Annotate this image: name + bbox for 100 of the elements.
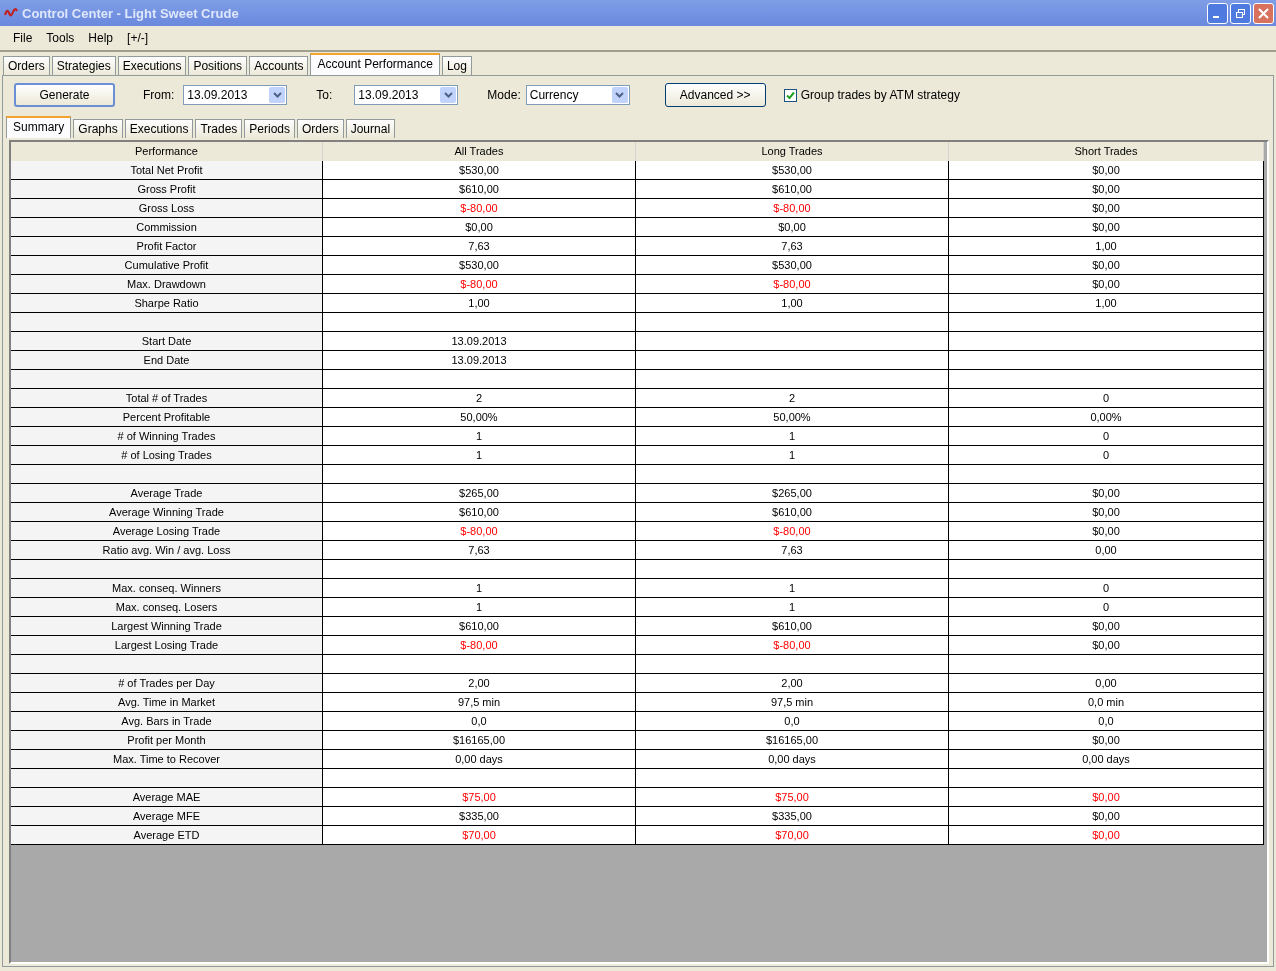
table-cell: $-80,00 xyxy=(636,199,949,218)
to-date-field[interactable]: 13.09.2013 xyxy=(354,85,459,105)
tab[interactable]: Periods xyxy=(244,119,295,138)
table-cell: $265,00 xyxy=(636,484,949,503)
menu-item[interactable]: Help xyxy=(81,31,121,45)
table-cell: $70,00 xyxy=(636,826,949,845)
table-cell: 50,00% xyxy=(636,408,949,427)
tab[interactable]: Trades xyxy=(195,119,243,138)
table-cell: $16165,00 xyxy=(323,731,636,750)
mode-label: Mode: xyxy=(487,88,521,102)
tab[interactable]: Strategies xyxy=(51,56,116,75)
table-cell: 7,63 xyxy=(636,237,949,256)
table-cell: 2 xyxy=(636,389,949,408)
to-label: To: xyxy=(316,88,333,102)
table-cell: 0,00 xyxy=(949,674,1264,693)
table-cell: $0,00 xyxy=(949,826,1264,845)
column-header: Performance xyxy=(11,142,323,161)
table-cell: $0,00 xyxy=(949,807,1264,826)
table-cell: $0,00 xyxy=(949,788,1264,807)
row-label: Largest Winning Trade xyxy=(11,617,323,636)
table-cell: 1 xyxy=(636,598,949,617)
table-cell: $0,00 xyxy=(949,199,1264,218)
tab[interactable]: Executions xyxy=(117,56,187,75)
row-label: End Date xyxy=(11,351,323,370)
tab[interactable]: Account Performance xyxy=(310,53,440,75)
minimize-icon xyxy=(1213,16,1219,18)
row-label: Average Winning Trade xyxy=(11,503,323,522)
table-cell: 0,00 days xyxy=(949,750,1264,769)
table-cell: 2,00 xyxy=(636,674,949,693)
row-label: Average ETD xyxy=(11,826,323,845)
tab[interactable]: Executions xyxy=(124,119,194,138)
table-cell: $-80,00 xyxy=(323,199,636,218)
table-cell: 97,5 min xyxy=(636,693,949,712)
table-cell: $-80,00 xyxy=(636,275,949,294)
menu-item[interactable]: Tools xyxy=(39,31,82,45)
table-cell: $0,00 xyxy=(949,218,1264,237)
table-cell: 0,0 xyxy=(323,712,636,731)
table-cell: 1,00 xyxy=(636,294,949,313)
row-label: Avg. Time in Market xyxy=(11,693,323,712)
row-label: # of Losing Trades xyxy=(11,446,323,465)
restore-button[interactable] xyxy=(1230,2,1251,24)
row-label: Gross Loss xyxy=(11,199,323,218)
row-label: # of Winning Trades xyxy=(11,427,323,446)
table-cell: 0,00% xyxy=(949,408,1264,427)
tab[interactable]: Summary xyxy=(6,116,72,138)
row-label: Cumulative Profit xyxy=(11,256,323,275)
table-cell: 7,63 xyxy=(636,541,949,560)
row-label: Total Net Profit xyxy=(11,161,323,180)
table-cell: $335,00 xyxy=(636,807,949,826)
column-header: All Trades xyxy=(323,142,636,161)
tab[interactable]: Orders xyxy=(297,119,344,138)
row-label: Average Trade xyxy=(11,484,323,503)
table-cell: 50,00% xyxy=(323,408,636,427)
row-label: Largest Losing Trade xyxy=(11,636,323,655)
checkbox-label: Group trades by ATM strategy xyxy=(800,88,960,102)
tab[interactable]: Graphs xyxy=(73,119,123,138)
table-cell: $0,00 xyxy=(949,180,1264,199)
row-label: Max. Time to Recover xyxy=(11,750,323,769)
table-cell: $610,00 xyxy=(636,617,949,636)
table-cell: $0,00 xyxy=(949,275,1264,294)
table-cell: 2,00 xyxy=(323,674,636,693)
table-cell: $0,00 xyxy=(949,484,1264,503)
row-label: Gross Profit xyxy=(11,180,323,199)
row-label: Total # of Trades xyxy=(11,389,323,408)
table-cell: 1,00 xyxy=(949,237,1264,256)
table-cell: $-80,00 xyxy=(636,522,949,541)
row-label: Commission xyxy=(11,218,323,237)
generate-button[interactable]: Generate xyxy=(14,83,115,107)
table-cell: 0 xyxy=(949,598,1264,617)
table-cell: $0,00 xyxy=(949,522,1264,541)
table-cell: $70,00 xyxy=(323,826,636,845)
advanced-button[interactable]: Advanced >> xyxy=(664,83,766,107)
table-cell: 7,63 xyxy=(323,541,636,560)
table-cell: $0,00 xyxy=(949,256,1264,275)
menu-item[interactable]: File xyxy=(6,31,40,45)
tab[interactable]: Orders xyxy=(3,56,50,75)
table-cell: $0,00 xyxy=(949,731,1264,750)
tab[interactable]: Log xyxy=(441,56,472,75)
menu-item[interactable]: [+/-] xyxy=(120,31,156,45)
checkbox[interactable] xyxy=(783,88,797,102)
tab[interactable]: Accounts xyxy=(249,56,309,75)
table-cell: 1 xyxy=(323,427,636,446)
table-cell: 2 xyxy=(323,389,636,408)
close-button[interactable] xyxy=(1253,2,1274,24)
mode-dropdown[interactable]: Currency xyxy=(525,85,630,105)
table-cell: 0,0 min xyxy=(949,693,1264,712)
table-cell: 1 xyxy=(323,446,636,465)
table-cell: 0,00 xyxy=(949,541,1264,560)
tab[interactable]: Journal xyxy=(345,119,396,138)
from-date-field[interactable]: 13.09.2013 xyxy=(183,85,288,105)
tab[interactable]: Positions xyxy=(188,56,248,75)
table-cell: $-80,00 xyxy=(323,522,636,541)
table-cell: $265,00 xyxy=(323,484,636,503)
table-cell: $0,00 xyxy=(636,218,949,237)
table-cell: $0,00 xyxy=(949,636,1264,655)
table-cell: $530,00 xyxy=(636,256,949,275)
minimize-button[interactable] xyxy=(1207,2,1228,24)
table-cell: $-80,00 xyxy=(323,275,636,294)
row-label: Percent Profitable xyxy=(11,408,323,427)
table-cell: $610,00 xyxy=(323,180,636,199)
